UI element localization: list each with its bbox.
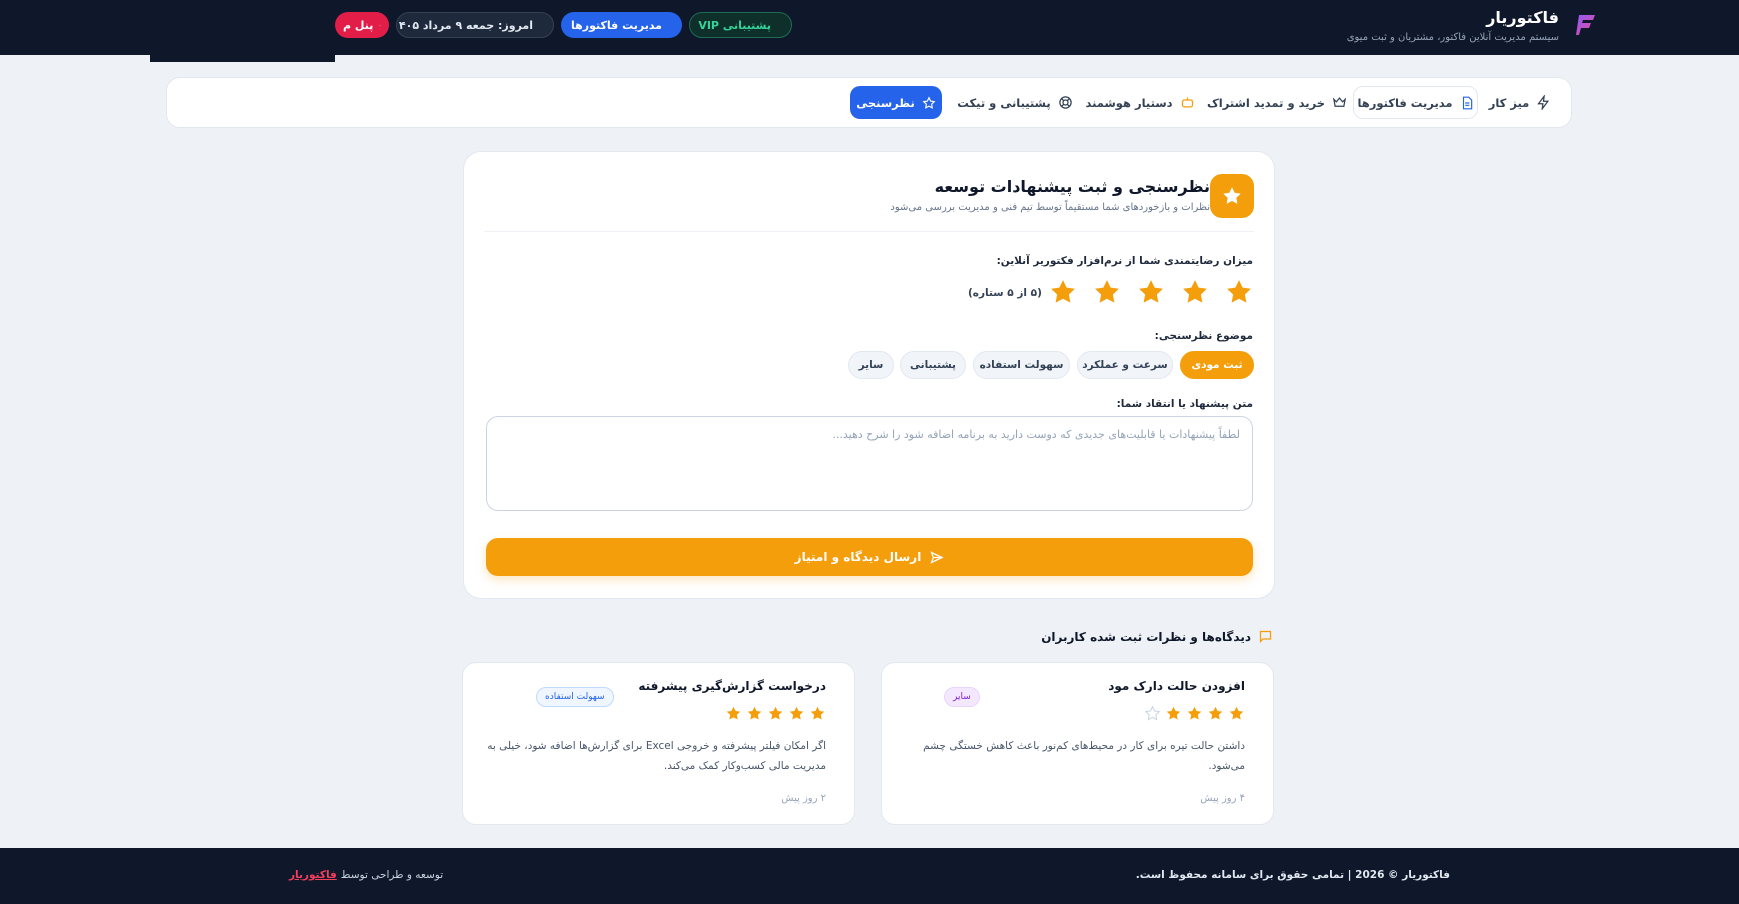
star-filled-icon[interactable] [1136,277,1166,307]
survey-star-icon [1210,174,1254,218]
chat-icon [1259,630,1272,644]
panel-button[interactable]: پنل م [335,12,389,38]
nav-item-dashboard[interactable]: میز کار [1480,86,1560,119]
survey-subtitle: نظرات و بازخوردهای شما مستقیماً توسط تیم… [890,202,1210,213]
star-icon [922,95,936,109]
nav-item-support[interactable]: پشتیبانی و تیکت [955,86,1075,119]
review-stars [725,705,826,722]
date-display: امروز: جمعه ۹ مرداد ۱۴۰۵ [396,12,554,38]
star-filled-icon[interactable] [1224,277,1254,307]
star-empty-icon [1144,705,1161,721]
star-filled-icon [1229,706,1244,720]
top-header: فاکتوریار سیستم مدیریت آنلاین فاکتور، مش… [0,0,1739,55]
star-filled-icon [810,706,825,720]
survey-title: نظرسنجی و ثبت پیشنهادات توسعه [934,177,1210,196]
footer-credit: توسعه و طراحی توسط فاکتوریار [289,869,443,881]
panel-label: پنل م [343,18,374,32]
star-filled-icon[interactable] [1092,277,1122,307]
review-body: اگر امکان فیلتر پیشرفته و خروجی Excel بر… [487,740,826,772]
brand-title: فاکتوریار [1486,8,1559,27]
review-time: ۲ روز پیش [781,793,826,804]
nav-label: میز کار [1488,95,1530,110]
star-filled-icon [726,706,741,720]
star-filled-icon [1187,706,1202,720]
topic-chip[interactable]: سایر [848,351,894,379]
reviews-heading-text: دیدگاه‌ها و نظرات ثبت شده کاربران [1041,629,1251,644]
rating-text: (۵ از ۵ ستاره) [968,287,1042,299]
topic-chip[interactable]: سرعت و عملکرد [1077,351,1173,379]
review-badge: سهولت استفاده [536,687,614,707]
brand-subtitle: سیستم مدیریت آنلاین فاکتور، مشتریان و ثب… [1346,32,1559,43]
header-invoices-label: مدیریت فاکتورها [571,18,662,32]
vip-support-button[interactable]: پشتیبانی VIP [689,12,792,38]
shield-icon [379,24,381,26]
submit-label: ارسال دیدگاه و امتیاز [794,550,922,564]
review-body: داشتن حالت تیره برای کار در محیط‌های کم‌… [923,740,1245,772]
vip-support-label: پشتیبانی VIP [698,18,771,32]
nav-label: خرید و تمدید اشتراک [1207,95,1326,110]
review-card: افزودن حالت دارک مود سایر داشتن حالت تیر… [881,662,1274,825]
nav-label: نظرسنجی [856,95,915,110]
nav-item-survey[interactable]: نظرسنجی [850,86,942,119]
review-stars [1144,705,1245,722]
footer-credit-text: توسعه و طراحی توسط [340,869,444,881]
footer-copyright: فاکتوریار © 2026 | تمامی حقوق برای سامان… [1135,869,1450,881]
submit-feedback-button[interactable]: ارسال دیدگاه و امتیاز [486,538,1253,576]
document-icon [1462,96,1472,109]
robot-icon [1181,97,1193,108]
header-overlay-strip [150,55,335,62]
topic-label: موضوع نظرسنجی: [1154,330,1253,342]
divider [484,231,1254,232]
star-filled-icon [789,706,804,720]
star-filled-icon [768,706,783,720]
review-title: افزودن حالت دارک مود [1108,679,1245,693]
topic-chip-selected[interactable]: ثبت مودی [1180,351,1254,379]
star-filled-icon [1166,706,1181,720]
nav-item-subscription[interactable]: خرید و تمدید اشتراک [1207,86,1347,119]
brand: فاکتوریار سیستم مدیریت آنلاین فاکتور، مش… [1319,8,1559,43]
bolt-icon [1537,95,1550,110]
star-filled-icon[interactable] [1048,277,1078,307]
review-card: درخواست گزارش‌گیری پیشرفته سهولت استفاده… [462,662,855,825]
date-label: امروز: جمعه ۹ مرداد ۱۴۰۵ [397,18,533,32]
star-filled-icon [747,706,762,720]
survey-card: نظرسنجی و ثبت پیشنهادات توسعه نظرات و با… [463,151,1275,599]
review-time: ۴ روز پیش [1200,793,1245,804]
suggestion-textarea[interactable] [486,416,1253,511]
star-filled-icon [1208,706,1223,720]
send-icon [930,550,944,564]
main-nav: میز کار مدیریت فاکتورها خرید و تمدید اشت… [166,77,1572,128]
review-title: درخواست گزارش‌گیری پیشرفته [638,679,826,693]
lifebuoy-icon [1058,96,1072,109]
footer-credit-link[interactable]: فاکتوریار [289,869,337,881]
reviews-heading: دیدگاه‌ها و نظرات ثبت شده کاربران [1041,629,1273,644]
topic-chip[interactable]: سهولت استفاده [973,351,1070,379]
star-filled-icon[interactable] [1180,277,1210,307]
header-invoices-button[interactable]: مدیریت فاکتورها [561,12,682,38]
crown-icon [1332,97,1347,107]
rating-stars [1048,277,1254,307]
suggestion-label: متن پیشنهاد یا انتقاد شما: [1116,398,1253,410]
nav-label: پشتیبانی و تیکت [957,95,1051,110]
nav-label: دستیار هوشمند [1085,95,1173,110]
rating-label: میزان رضایتمندی شما از نرم‌افزار فکتوریر… [996,255,1253,267]
topic-chip[interactable]: پشتیبانی [900,351,966,379]
fakturyar-logo [1576,15,1595,35]
nav-label: مدیریت فاکتورها [1357,95,1453,110]
review-badge: سایر [944,687,980,707]
footer: فاکتوریار © 2026 | تمامی حقوق برای سامان… [0,848,1739,904]
nav-item-assistant[interactable]: دستیار هوشمند [1080,86,1200,119]
nav-item-invoices[interactable]: مدیریت فاکتورها [1353,86,1478,119]
